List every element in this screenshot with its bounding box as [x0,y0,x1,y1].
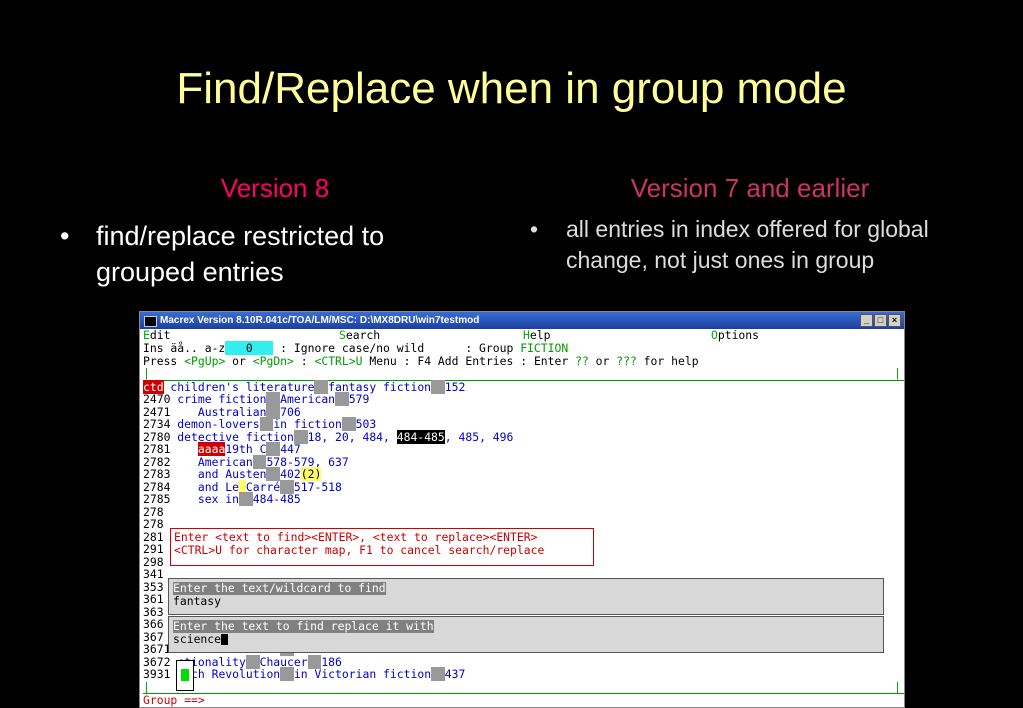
entry-number: 278 [143,504,164,519]
slide-title: Find/Replace when in group mode [176,64,847,113]
find-input[interactable]: fantasy [173,594,221,608]
version8-bullet: • find/replace restricted to grouped ent… [60,218,480,290]
menu-search[interactable]: Search [339,329,380,342]
menu-help[interactable]: Help [523,329,550,342]
menu-options[interactable]: Options [711,329,759,342]
status-text: : [293,353,315,368]
bullet-text: find/replace restricted to grouped entri… [96,221,385,287]
entry-pages: , 485, 496 [444,429,514,444]
version8-heading: Version 8 [220,173,330,203]
replace-dialog[interactable]: Enter the text to find replace it with s… [168,616,884,653]
key-pgdn: <PgDn> [252,353,294,368]
entry-pages: 517-518 [293,479,342,494]
close-button[interactable]: × [888,314,901,327]
group-prompt-label: Group ==> [143,693,205,707]
text-cursor [221,633,229,645]
menu-label: dit [149,328,171,342]
menu-label: elp [529,328,551,342]
replace-input[interactable]: science [173,632,221,646]
console-app-icon[interactable] [144,316,157,327]
entry-subheading: in Victorian fiction [293,667,432,681]
entry-subheading: sex in [170,492,240,506]
divider-right: | [894,679,901,694]
entry-row[interactable]: 2785 sex in,_484-485 [143,492,904,506]
entry-number: 2785 [143,492,171,506]
minimize-button[interactable]: _ [860,314,873,327]
menu-label: ptions [717,328,760,342]
key-help-1: ?? [575,353,589,368]
macrex-console-window[interactable]: Macrex Version 8.10R.041c/TOA/LM/MSC: D:… [139,311,905,708]
status-text: Menu : F4 Add Entries : Enter [362,353,576,368]
status-text: for help [636,353,699,368]
entry-pages: 579 [348,392,370,406]
divider-right: | [894,366,901,380]
menu-hotkey: H [523,328,530,342]
scroll-thumb[interactable] [181,669,189,681]
divider-left: | [143,366,150,380]
entry-pages: 152 [444,379,466,394]
entry-pages: 437 [444,667,466,681]
version7-bullet: • all entries in index offered for globa… [530,214,960,276]
bullet-dot: • [60,221,70,251]
entry-row[interactable]: 3931 ench Revolution,_in Victorian ficti… [143,667,904,681]
entry-pages: 484-485 [252,492,301,506]
divider-left: | [143,679,150,694]
entry-pages: 18, 20, 484, [307,429,397,444]
key-ctrl-u: <CTRL>U [314,353,363,368]
instruction-line-2: <CTRL>U for character map, F1 to cancel … [174,542,545,557]
window-title: Macrex Version 8.10R.041c/TOA/LM/MSC: D:… [160,315,480,326]
menu-hotkey: E [143,328,150,342]
version7-heading: Version 7 and earlier [630,173,870,203]
status-text: or [588,353,617,368]
find-replace-instructions: Enter <text to find><ENTER>, <text to re… [170,528,594,566]
menu-hotkey: O [711,328,718,342]
maximize-button[interactable]: □ [874,314,887,327]
window-titlebar[interactable]: Macrex Version 8.10R.041c/TOA/LM/MSC: D:… [140,312,904,329]
highlighted-page-range: 484-485 [396,429,445,444]
bullet-text: all entries in index offered for global … [566,216,929,273]
find-dialog[interactable]: Enter the text/wildcard to find fantasy [168,578,884,615]
console-area: Edit Search Help Options Ins äå.. a-z 0 … [140,329,904,707]
menu-edit[interactable]: Edit [143,329,170,342]
status-line-2: Press <PgUp> or <PgDn> : <CTRL>U Menu : … [143,353,904,368]
menu-label: earch [345,328,381,342]
menu-hotkey: S [339,328,346,342]
group-prompt[interactable]: Group ==> [143,694,904,707]
scroll-indicator[interactable] [176,660,194,691]
bullet-dot: • [530,216,539,242]
status-text: or [225,353,253,368]
entry-row[interactable]: 2781 aaaa19th C,_447 [143,442,904,456]
key-help-2: ??? [616,353,637,368]
divider-top: | | [143,367,904,381]
divider-bottom: | | [143,679,904,694]
key-pgup: <PgUp> [184,353,226,368]
